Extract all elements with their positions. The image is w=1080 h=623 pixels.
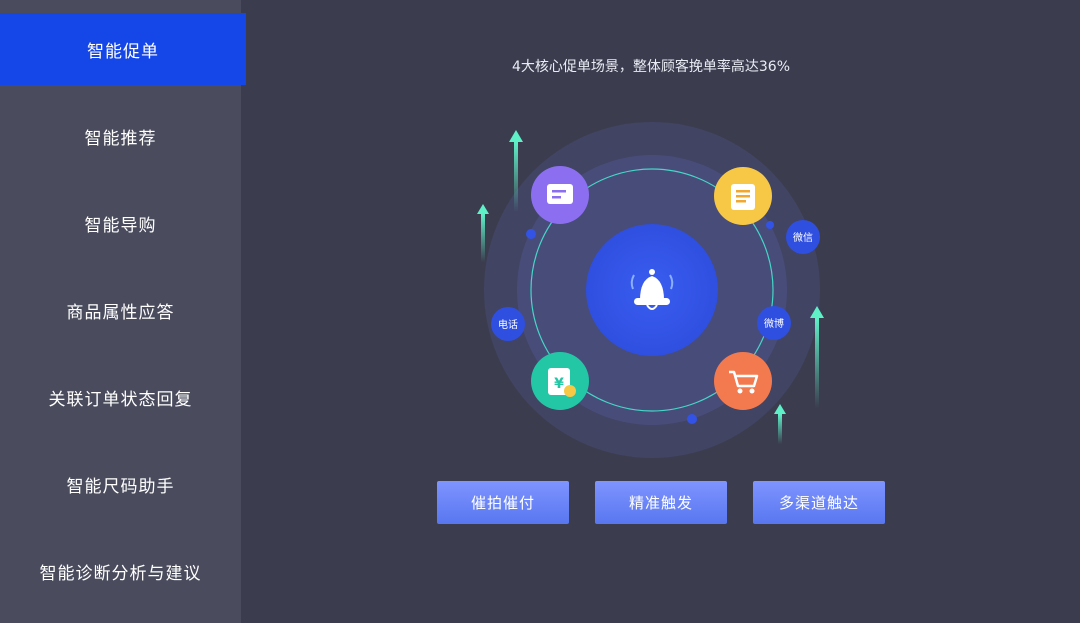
svg-text:¥: ¥ bbox=[554, 376, 564, 392]
channel-wechat: 微信 bbox=[786, 220, 820, 254]
sidebar-item-label: 智能尺码助手 bbox=[66, 476, 175, 497]
sidebar-item-smart-guide[interactable]: 智能导购 bbox=[0, 187, 241, 259]
sidebar-item-label: 商品属性应答 bbox=[66, 302, 175, 323]
urge-payment-button-label: 催拍催付 bbox=[470, 494, 535, 512]
orbit-dot bbox=[766, 221, 774, 229]
sidebar-item-size-assistant[interactable]: 智能尺码助手 bbox=[0, 448, 241, 520]
sidebar-item-order-status[interactable]: 关联订单状态回复 bbox=[0, 361, 241, 433]
sidebar-item-product-attribute[interactable]: 商品属性应答 bbox=[0, 274, 241, 346]
sidebar-item-label: 智能促单 bbox=[87, 41, 159, 62]
channel-weibo: 微博 bbox=[757, 306, 791, 340]
chat-card-icon[interactable] bbox=[531, 166, 589, 224]
multichannel-reach-button[interactable]: 多渠道触达 bbox=[753, 481, 885, 524]
precise-trigger-button[interactable]: 精准触发 bbox=[595, 481, 727, 524]
sidebar-item-diagnosis[interactable]: 智能诊断分析与建议 bbox=[0, 535, 241, 607]
sidebar-item-label: 智能诊断分析与建议 bbox=[39, 563, 202, 584]
urge-payment-button[interactable]: 催拍催付 bbox=[437, 481, 569, 524]
sidebar: 智能促单 智能推荐 智能导购 商品属性应答 关联订单状态回复 智能尺码助手 智能… bbox=[0, 0, 246, 623]
shopping-cart-icon[interactable] bbox=[714, 352, 772, 410]
orbit-dot bbox=[687, 414, 697, 424]
sidebar-item-smart-order[interactable]: 智能促单 bbox=[0, 13, 246, 85]
channel-phone: 电话 bbox=[491, 307, 525, 341]
scenario-diagram: ¥ 电话 微信 微博 bbox=[477, 122, 824, 458]
sidebar-item-label: 关联订单状态回复 bbox=[48, 389, 193, 410]
channel-phone-label: 电话 bbox=[498, 318, 518, 331]
payment-yen-icon[interactable]: ¥ bbox=[531, 352, 589, 410]
sidebar-item-smart-recommend[interactable]: 智能推荐 bbox=[0, 100, 241, 172]
sidebar-item-label: 智能导购 bbox=[84, 215, 157, 236]
orbit-dot bbox=[526, 229, 536, 239]
shop-badge-icon[interactable] bbox=[714, 167, 772, 225]
channel-weibo-label: 微博 bbox=[764, 317, 784, 330]
channel-wechat-label: 微信 bbox=[793, 231, 813, 244]
multichannel-reach-button-label: 多渠道触达 bbox=[778, 494, 859, 512]
sidebar-item-label: 智能推荐 bbox=[84, 128, 157, 149]
precise-trigger-button-label: 精准触发 bbox=[628, 494, 693, 512]
